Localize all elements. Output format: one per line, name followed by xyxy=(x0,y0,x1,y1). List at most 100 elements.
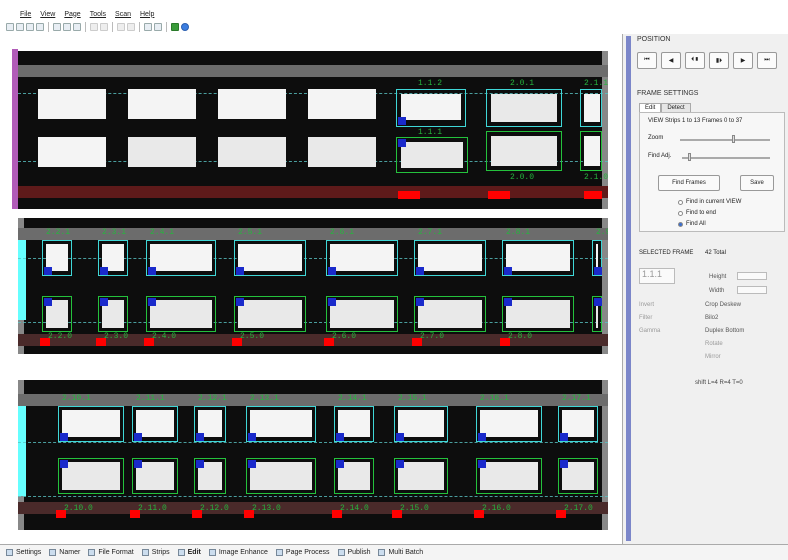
new-icon[interactable] xyxy=(6,23,14,31)
frame-box[interactable] xyxy=(146,240,216,276)
frame-box[interactable] xyxy=(394,458,448,494)
plus-icon[interactable] xyxy=(144,23,152,31)
find-adj-slider-thumb[interactable] xyxy=(688,153,691,161)
frame-box[interactable] xyxy=(502,296,574,332)
radio-find-current-view[interactable]: Find in current VIEW xyxy=(678,199,741,205)
frame-box[interactable] xyxy=(234,240,306,276)
tab-edit[interactable]: Edit xyxy=(639,103,662,112)
open-icon[interactable] xyxy=(16,23,24,31)
frame-box[interactable] xyxy=(414,240,486,276)
frame-next-icon[interactable]: ▮⏵ xyxy=(709,52,729,69)
frame-box[interactable] xyxy=(326,240,398,276)
frame-id-field[interactable]: 1.1.1 xyxy=(639,268,675,284)
strip-viewer[interactable]: 1.1.2 2.0.1 2.1.1 1.1.1 2.0.0 2.1.0 2.2.… xyxy=(0,34,622,544)
tab-namer[interactable]: Namer xyxy=(49,549,80,556)
find-frames-button[interactable]: Find Frames xyxy=(658,175,720,191)
frame-box[interactable] xyxy=(234,296,306,332)
frame-prev-icon[interactable]: ⏴▮ xyxy=(685,52,705,69)
crop-deskew-label[interactable]: Crop Deskew xyxy=(705,302,741,308)
tab-multi-batch[interactable]: Multi Batch xyxy=(378,549,423,556)
frame-box[interactable] xyxy=(580,89,602,127)
prev-icon[interactable]: ◀ xyxy=(661,52,681,69)
frame-box[interactable] xyxy=(580,131,602,171)
zoom-slider[interactable] xyxy=(680,139,770,141)
next-icon[interactable]: ▶ xyxy=(733,52,753,69)
frame-box[interactable] xyxy=(194,406,226,442)
diamond-icon[interactable] xyxy=(154,23,162,31)
frame-box[interactable] xyxy=(486,89,562,127)
frame-box[interactable] xyxy=(132,406,178,442)
frame-box[interactable] xyxy=(414,296,486,332)
tab-settings[interactable]: Settings xyxy=(6,549,41,556)
invert-label[interactable]: Invert xyxy=(639,302,654,308)
frame-box[interactable] xyxy=(334,458,374,494)
scan-icon[interactable] xyxy=(53,23,61,31)
height-field[interactable] xyxy=(737,272,767,280)
menu-page[interactable]: Page xyxy=(64,11,80,18)
zoom-slider-thumb[interactable] xyxy=(732,135,735,143)
frame-box[interactable] xyxy=(476,458,542,494)
gamma-label[interactable]: Gamma xyxy=(639,328,660,334)
menu-file[interactable]: File xyxy=(20,11,31,18)
film-strip-1[interactable]: 1.1.2 2.0.1 2.1.1 1.1.1 2.0.0 2.1.0 xyxy=(18,51,608,209)
last-icon[interactable]: ⏭ xyxy=(757,52,777,69)
frame-box[interactable] xyxy=(486,131,562,171)
menu-tools[interactable]: Tools xyxy=(90,11,106,18)
radio-find-to-end[interactable]: Find to end xyxy=(678,210,716,216)
frame-box[interactable] xyxy=(246,406,316,442)
duplex-label[interactable]: Duplex Bottom xyxy=(705,328,744,334)
tab-file-format[interactable]: File Format xyxy=(88,549,134,556)
frame-box[interactable] xyxy=(326,296,398,332)
tab-detect[interactable]: Detect xyxy=(661,103,691,112)
save-icon[interactable] xyxy=(26,23,34,31)
frame-box[interactable] xyxy=(558,406,598,442)
frame-box[interactable] xyxy=(592,296,602,332)
refresh-icon[interactable] xyxy=(73,23,81,31)
frame-box[interactable] xyxy=(98,240,128,276)
find-adj-slider[interactable] xyxy=(682,157,770,159)
film-strip-3[interactable]: 2.10.1 2.10.0 2.11.1 2.11.0 2.12.1 2.12.0 2.13… xyxy=(18,380,608,530)
menu-view[interactable]: View xyxy=(40,11,55,18)
frame-box[interactable] xyxy=(476,406,542,442)
rescan-icon[interactable] xyxy=(63,23,71,31)
green-icon[interactable] xyxy=(171,23,179,31)
menu-help[interactable]: Help xyxy=(140,11,154,18)
filter-value[interactable]: Bilo2 xyxy=(705,315,718,321)
menu-scan[interactable]: Scan xyxy=(115,11,131,18)
width-field[interactable] xyxy=(737,286,767,294)
frame-box[interactable] xyxy=(558,458,598,494)
tab-strips[interactable]: Strips xyxy=(141,549,170,556)
frame-box[interactable] xyxy=(194,458,226,494)
frame-box[interactable] xyxy=(132,458,178,494)
frame-box-selected[interactable] xyxy=(396,137,468,173)
frame-box[interactable] xyxy=(334,406,374,442)
frame-box[interactable] xyxy=(396,89,466,127)
tab-publish[interactable]: Publish xyxy=(337,549,370,556)
frame-box[interactable] xyxy=(592,240,602,276)
tab-image-enhance[interactable]: Image Enhance xyxy=(208,549,268,556)
frame-box[interactable] xyxy=(394,406,448,442)
frame-box[interactable] xyxy=(98,296,128,332)
frame-box[interactable] xyxy=(146,296,216,332)
tab-edit[interactable]: Edit xyxy=(177,549,201,556)
panel-splitter[interactable] xyxy=(626,36,631,541)
frame-box[interactable] xyxy=(58,406,124,442)
frame-box[interactable] xyxy=(58,458,124,494)
grid2-icon[interactable] xyxy=(127,23,135,31)
frame-box[interactable] xyxy=(42,296,72,332)
tab-page-process[interactable]: Page Process xyxy=(275,549,330,556)
help-icon[interactable] xyxy=(181,23,189,31)
grid-icon[interactable] xyxy=(117,23,125,31)
rotate-label[interactable]: Rotate xyxy=(705,341,723,347)
zoom-out-icon[interactable] xyxy=(100,23,108,31)
radio-find-all[interactable]: Find All xyxy=(678,221,706,227)
frame-box[interactable] xyxy=(502,240,574,276)
save-button[interactable]: Save xyxy=(740,175,774,191)
mirror-label[interactable]: Mirror xyxy=(705,354,721,360)
frame-box[interactable] xyxy=(42,240,72,276)
filter-label[interactable]: Filter xyxy=(639,315,652,321)
frame-box[interactable] xyxy=(246,458,316,494)
first-icon[interactable]: ⏮ xyxy=(637,52,657,69)
print-icon[interactable] xyxy=(36,23,44,31)
film-strip-2[interactable]: 2.2.1 2.2.0 2.3.1 2.3.0 2.4.1 2.4.0 2.5.1 2.5.0… xyxy=(18,218,608,354)
